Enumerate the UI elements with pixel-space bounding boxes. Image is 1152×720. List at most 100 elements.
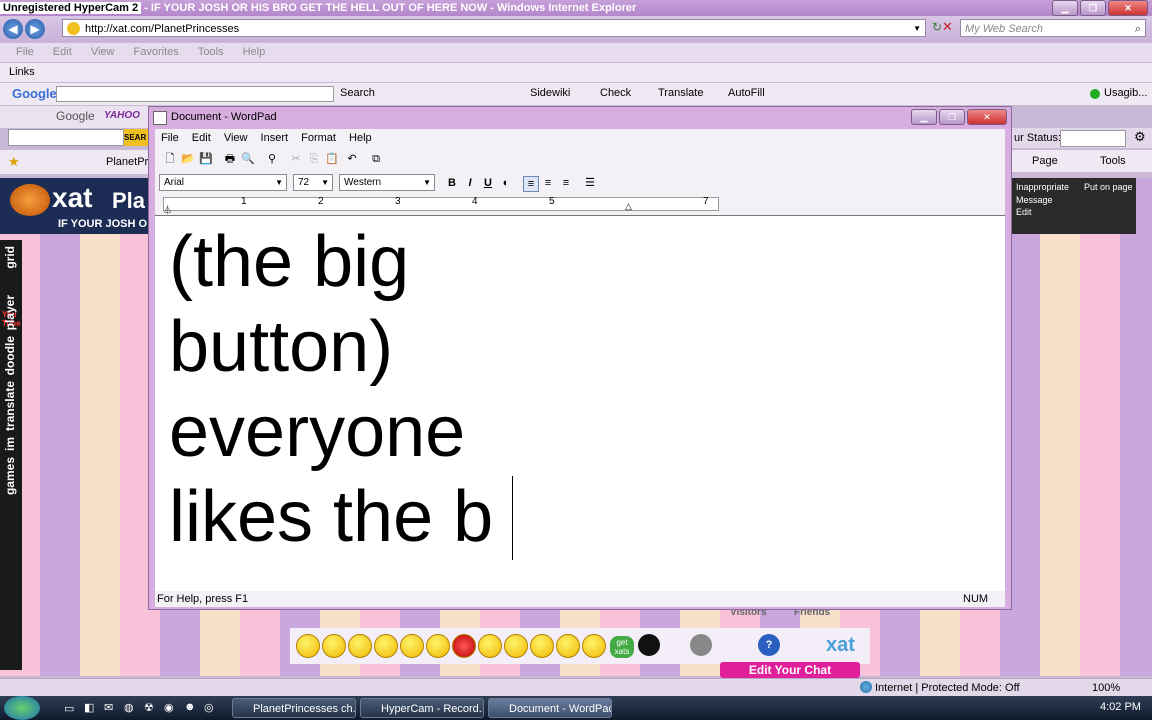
find-icon[interactable]: ⚲ [265,152,279,166]
quicklaunch-icon[interactable]: ☢ [144,701,154,714]
toolbar-search-input[interactable] [8,129,124,146]
angry-smiley-icon[interactable] [452,634,476,658]
sidewiki-button[interactable]: Sidewiki [530,87,570,99]
align-left-icon[interactable]: ≡ [523,176,539,192]
script-select[interactable]: Western ▼ [339,174,435,191]
dropdown-arrow-icon[interactable]: ▼ [913,20,921,38]
menu-edit[interactable]: Edit [53,46,72,58]
color-icon[interactable]: ◐ [499,176,513,190]
wordpad-maximize-button[interactable]: ❐ [939,109,965,125]
menu-file[interactable]: File [16,46,34,58]
copy-icon[interactable]: ⎘ [307,152,321,166]
wp-menu-insert[interactable]: Insert [261,132,289,144]
quicklaunch-icon[interactable]: ◧ [84,701,94,714]
links-label[interactable]: Links [9,66,35,78]
open-folder-icon[interactable]: 📂 [181,152,195,166]
favorites-star-icon[interactable]: ★ [8,154,20,170]
eightball-icon[interactable] [638,634,660,656]
quicklaunch-icon[interactable]: ✉ [104,701,113,714]
wordpad-close-button[interactable]: ✕ [967,109,1007,125]
bold-icon[interactable]: B [445,176,459,190]
smiley-icon[interactable] [296,634,320,658]
forward-button[interactable]: ▶ [25,19,45,39]
print-icon[interactable]: 🖶 [223,152,237,166]
taskbar-item-hypercam[interactable]: HyperCam - Record... [360,698,484,718]
google-search-input[interactable] [56,86,334,102]
menu-view[interactable]: View [91,46,115,58]
wp-menu-edit[interactable]: Edit [192,132,211,144]
quicklaunch-icon[interactable]: ◎ [204,701,214,714]
save-icon[interactable]: 💾 [199,152,213,166]
print-preview-icon[interactable]: 🔍 [241,152,255,166]
underline-icon[interactable]: U [481,176,495,190]
status-input[interactable] [1060,130,1126,147]
help-icon[interactable]: ? [758,634,780,656]
show-desktop-icon[interactable]: ▭ [64,702,74,715]
autofill-button[interactable]: AutoFill [728,87,765,99]
put-on-page-link[interactable]: Put on page [1084,182,1133,192]
edit-link[interactable]: Edit [1016,207,1032,217]
menu-favorites[interactable]: Favorites [134,46,179,58]
app-player[interactable]: player [3,295,17,330]
cut-icon[interactable]: ✂ [289,152,303,166]
wp-menu-format[interactable]: Format [301,132,336,144]
smiley-icon[interactable] [530,634,554,658]
google-search-button[interactable]: Search [340,87,375,99]
wp-menu-file[interactable]: File [161,132,179,144]
align-center-icon[interactable]: ≡ [541,176,555,190]
quicklaunch-icon[interactable]: ☻ [184,701,196,713]
check-button[interactable]: Check [600,87,631,99]
new-document-icon[interactable]: 🗋 [163,152,177,166]
insert-object-icon[interactable]: ⧉ [369,152,383,166]
taskbar-item-ie[interactable]: PlanetPrincesses ch... [232,698,356,718]
app-doodle[interactable]: doodle [3,336,17,375]
zoom-level[interactable]: 100% [1092,682,1120,694]
smiley-icon[interactable] [426,634,450,658]
wp-menu-view[interactable]: View [224,132,248,144]
quicklaunch-icon[interactable]: ◍ [124,701,134,714]
smiley-icon[interactable] [504,634,528,658]
undo-icon[interactable]: ↶ [345,152,359,166]
address-bar[interactable]: http://xat.com/PlanetPrincesses ▼ [62,19,926,37]
app-games[interactable]: games [3,457,17,495]
smiley-icon[interactable] [348,634,372,658]
tools-menu[interactable]: Tools [1100,155,1126,167]
taskbar-item-wordpad[interactable]: Document - WordPad [488,698,612,718]
wp-menu-help[interactable]: Help [349,132,372,144]
font-name-select[interactable]: Arial ▼ [159,174,287,191]
font-size-select[interactable]: 72 ▼ [293,174,333,191]
gear-icon[interactable]: ⚙ [1134,129,1146,145]
search-icon[interactable]: ⌕ [1135,20,1141,38]
document-area[interactable]: (the big button) everyone likes the b [155,215,1005,592]
page-menu[interactable]: Page [1032,155,1058,167]
smiley-icon[interactable] [400,634,424,658]
web-search-input[interactable]: My Web Search ⌕ [960,19,1146,37]
wordpad-minimize-button[interactable]: ▁ [911,109,937,125]
quicklaunch-icon[interactable]: ◉ [164,701,174,714]
smiley-icon[interactable] [582,634,606,658]
translate-button[interactable]: Translate [658,87,703,99]
start-button[interactable] [4,696,40,720]
app-grid[interactable]: grid [3,246,17,269]
minimize-button[interactable]: ▁ [1052,0,1078,16]
maximize-button[interactable]: ❐ [1080,0,1106,16]
close-button[interactable]: ✕ [1108,0,1148,16]
smiley-icon[interactable] [478,634,502,658]
inappropriate-link[interactable]: Inappropriate [1016,182,1069,192]
paste-icon[interactable]: 📋 [325,152,339,166]
edit-your-chat-button[interactable]: Edit Your Chat [720,662,860,678]
app-im[interactable]: im [3,437,17,451]
smiley-icon[interactable] [322,634,346,658]
ruler[interactable]: 1 2 3 4 5 7 ⏃ △ [155,195,1005,215]
refresh-icon[interactable]: ↻ [932,20,942,34]
stop-icon[interactable]: ✕ [942,19,953,35]
get-xats-button[interactable]: get xats [610,636,634,658]
align-right-icon[interactable]: ≡ [559,176,573,190]
menu-tools[interactable]: Tools [198,46,224,58]
app-translate[interactable]: translate [3,381,17,431]
user-account-button[interactable]: Usagib... [1104,87,1147,99]
toolbar-search-button[interactable]: SEAR [124,129,150,146]
clock[interactable]: 4:02 PM [1100,701,1141,713]
smiley-icon[interactable] [374,634,398,658]
right-indent-marker-icon[interactable]: △ [625,201,632,212]
